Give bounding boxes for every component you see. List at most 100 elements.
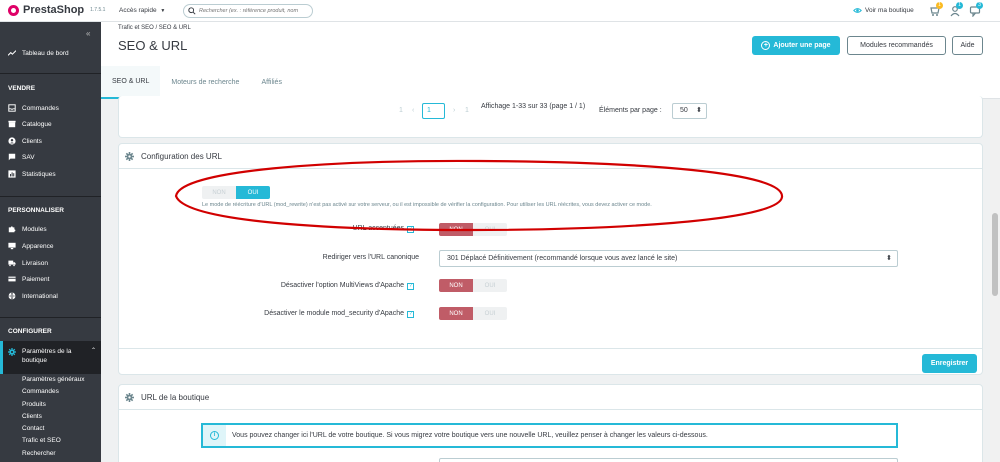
switch-on-option[interactable]: OUI <box>473 307 507 320</box>
submenu-item-produits[interactable]: Produits <box>22 401 46 408</box>
submenu-item-clients[interactable]: Clients <box>22 413 42 420</box>
submenu-item-rechercher[interactable]: Rechercher <box>22 450 56 457</box>
url-config-header: Configuration des URL <box>119 144 982 169</box>
friendly-url-switch[interactable]: NON OUI <box>202 186 270 199</box>
pagination-prev[interactable]: ‹ <box>412 107 414 114</box>
desktop-icon <box>8 242 16 250</box>
sidebar-item-statistiques[interactable]: Statistiques <box>0 166 101 182</box>
switch-off-option[interactable]: NON <box>202 186 236 199</box>
pagination-next[interactable]: › <box>453 107 455 114</box>
sidebar-item-apparence[interactable]: Apparence <box>0 238 101 254</box>
multiviews-switch[interactable]: NON OUI <box>439 279 507 292</box>
sidebar-item-sav[interactable]: SAV <box>0 149 101 165</box>
gear-icon <box>125 392 134 402</box>
pages-list-card: 1 ‹ 1 › 1 Affichage 1-33 sur 33 (page 1 … <box>118 96 983 138</box>
help-icon[interactable]: ? <box>407 226 414 233</box>
info-icon: i <box>203 425 226 446</box>
url-config-title: Configuration des URL <box>141 151 222 161</box>
accented-url-switch[interactable]: NON OUI <box>439 223 507 236</box>
mod-security-switch[interactable]: NON OUI <box>439 307 507 320</box>
submenu-item-contact[interactable]: Contact <box>22 425 44 432</box>
canonical-redirect-select[interactable]: 301 Déplacé Définitivement (recommandé l… <box>439 250 898 267</box>
per-page-select[interactable]: 50 <box>672 103 707 119</box>
gear-icon <box>8 348 16 356</box>
switch-off-option[interactable]: NON <box>439 279 473 292</box>
help-icon[interactable]: ? <box>407 283 414 290</box>
collapse-sidebar-icon[interactable]: « <box>86 29 90 38</box>
per-page-label: Éléments par page : <box>599 107 662 114</box>
top-header: PrestaShop 1.7.5.1 Accès rapide ▼ Voir m… <box>0 0 1000 22</box>
sidebar-item-paiement[interactable]: Paiement <box>0 271 101 287</box>
sidebar-item-label: Livraison <box>22 259 49 267</box>
account-circle-icon <box>8 137 16 145</box>
sidebar-item-label: Clients <box>22 137 42 145</box>
sidebar-item-dashboard[interactable]: Tableau de bord <box>0 45 101 61</box>
shop-domain-input[interactable] <box>439 458 898 462</box>
bar-chart-icon <box>8 170 16 178</box>
sidebar-item-label: Apparence <box>22 242 54 250</box>
breadcrumb[interactable]: Trafic et SEO / SEO & URL <box>118 25 191 31</box>
tab-moteurs-recherche[interactable]: Moteurs de recherche <box>160 66 250 99</box>
view-shop-link[interactable]: Voir ma boutique <box>853 6 914 15</box>
switch-on-option[interactable]: OUI <box>236 186 270 199</box>
divider <box>0 73 101 74</box>
quick-access-menu[interactable]: Accès rapide ▼ <box>119 7 165 14</box>
sidebar-item-international[interactable]: International <box>0 288 101 304</box>
mod-security-label: Désactiver le module mod_security d'Apac… <box>264 310 404 317</box>
section-title-vendre: VENDRE <box>8 85 36 92</box>
divider <box>0 196 101 197</box>
customers-badge: 1 <box>956 2 963 9</box>
tab-affilies[interactable]: Affiliés <box>250 66 293 99</box>
switch-off-option[interactable]: NON <box>439 223 473 236</box>
switch-on-option[interactable]: OUI <box>473 223 507 236</box>
sidebar-item-label: Statistiques <box>22 170 56 178</box>
accented-url-label: URL accentuées <box>352 225 405 232</box>
add-page-label: Ajouter une page <box>773 42 831 49</box>
help-icon[interactable]: ? <box>407 311 414 318</box>
plus-circle-icon: + <box>761 41 771 50</box>
page-title: SEO & URL <box>118 38 188 53</box>
chevron-up-icon: ⌃ <box>91 348 97 354</box>
sidebar-item-catalogue[interactable]: Catalogue <box>0 116 101 132</box>
switch-off-option[interactable]: NON <box>439 307 473 320</box>
eye-icon <box>853 8 862 13</box>
search-box[interactable] <box>183 4 313 18</box>
search-input[interactable] <box>199 8 309 14</box>
trending-up-icon <box>8 50 16 56</box>
sidebar-item-modules[interactable]: Modules <box>0 221 101 237</box>
sidebar-item-label: International <box>22 292 58 300</box>
inbox-icon <box>8 104 16 112</box>
recommended-modules-button[interactable]: Modules recommandés <box>847 36 946 55</box>
divider <box>119 348 982 349</box>
help-button[interactable]: Aide <box>952 36 983 55</box>
multiviews-label: Désactiver l'option MultiViews d'Apache <box>280 282 404 289</box>
prestashop-logo[interactable]: PrestaShop 1.7.5.1 <box>8 4 105 16</box>
page-scrollbar[interactable] <box>990 100 1000 462</box>
caret-down-icon: ▼ <box>160 8 166 14</box>
switch-on-option[interactable]: OUI <box>473 279 507 292</box>
sidebar: « Tableau de bord VENDRE Commandes Catal… <box>0 22 101 462</box>
store-icon <box>8 120 16 128</box>
sidebar-item-commandes[interactable]: Commandes <box>0 100 101 116</box>
url-config-card: Configuration des URL NON OUI Le mode de… <box>118 143 983 375</box>
page-number-input[interactable]: 1 <box>422 103 445 119</box>
save-button[interactable]: Enregistrer <box>922 354 977 373</box>
pagination-first[interactable]: 1 <box>399 107 403 114</box>
sidebar-item-parametres-boutique[interactable]: Paramètres de la boutique ⌃ <box>0 341 101 374</box>
sidebar-item-label: Paiement <box>22 275 50 283</box>
chat-bubble-icon <box>8 153 16 161</box>
shop-url-card: URL de la boutique i Vous pouvez changer… <box>118 384 983 462</box>
sidebar-item-label: Catalogue <box>22 120 52 128</box>
add-page-button[interactable]: + Ajouter une page <box>752 36 840 55</box>
truck-icon <box>8 260 16 267</box>
tab-seo-url[interactable]: SEO & URL <box>101 66 161 99</box>
submenu-item-parametres-generaux[interactable]: Paramètres généraux <box>22 376 85 383</box>
scrollbar-thumb[interactable] <box>992 213 998 296</box>
sidebar-item-livraison[interactable]: Livraison <box>0 255 101 271</box>
brand-name: PrestaShop <box>23 4 85 16</box>
submenu-item-trafic-seo[interactable]: Trafic et SEO <box>22 437 61 444</box>
pagination-last[interactable]: 1 <box>465 107 469 114</box>
prestashop-logo-icon <box>8 4 19 16</box>
submenu-item-commandes[interactable]: Commandes <box>22 388 59 395</box>
sidebar-item-clients[interactable]: Clients <box>0 133 101 149</box>
